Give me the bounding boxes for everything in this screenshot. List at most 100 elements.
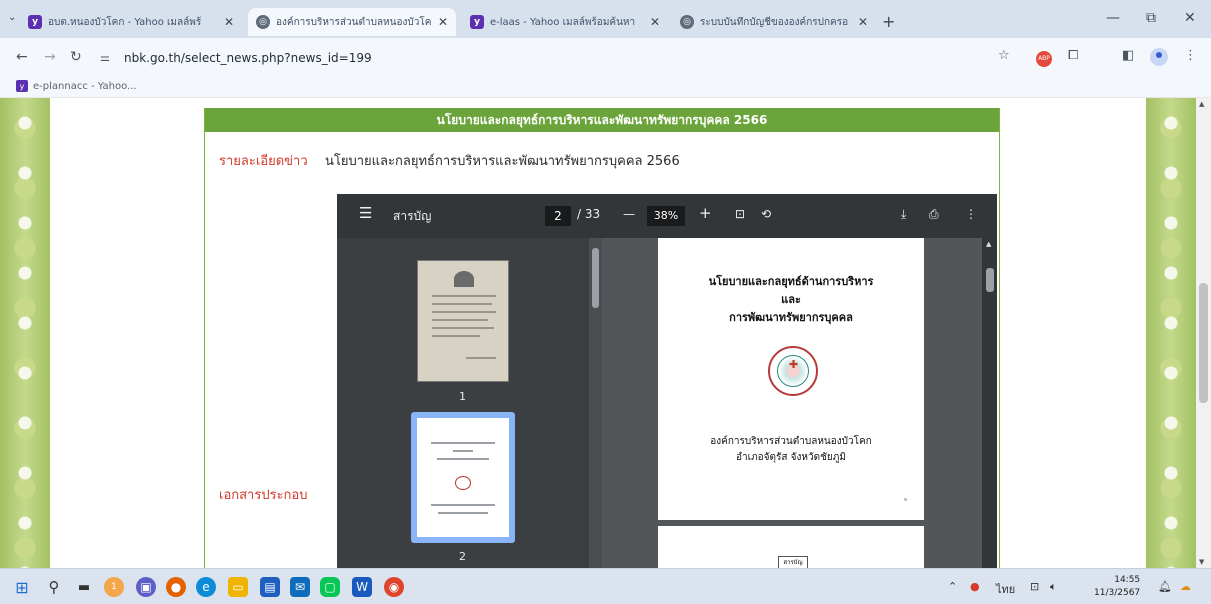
weather-icon[interactable]: ☁	[1180, 580, 1191, 593]
extension-icon[interactable]: ABP	[1036, 49, 1052, 67]
tab-e-laas[interactable]: y e-laas - Yahoo เมลล์พร้อมค้นหา ✕	[462, 8, 668, 36]
download-icon[interactable]: ⤓	[901, 207, 906, 222]
tab-title: องค์การบริหารส่วนตำบลหนองบัวโค	[276, 16, 432, 28]
profile-avatar[interactable]	[1150, 48, 1168, 70]
people-icon[interactable]: 1	[104, 577, 124, 597]
start-icon[interactable]: ⊞	[12, 577, 32, 597]
toc-box: สารบัญ	[778, 556, 808, 568]
tray-expand-icon[interactable]: ⌃	[948, 580, 957, 593]
reload-icon[interactable]: ↻	[70, 49, 82, 65]
task-view-icon[interactable]: ▬	[74, 577, 94, 597]
address-bar[interactable]: nbk.go.th/select_news.php?news_id=199	[124, 51, 372, 65]
pdf-more-icon[interactable]: ⋮	[965, 207, 977, 221]
tab-search-icon[interactable]: ⌄	[8, 12, 16, 23]
thumbnail-label: 1	[459, 390, 466, 403]
chrome-icon[interactable]: ◉	[384, 577, 404, 597]
pdf-menu-icon[interactable]: ☰	[359, 204, 372, 222]
thumbnail-label: 2	[459, 550, 466, 563]
address-toolbar: ← → ↻ ⚌ nbk.go.th/select_news.php?news_i…	[0, 38, 1211, 76]
menu-dots-icon[interactable]: ⋮	[1184, 48, 1197, 63]
seal-icon	[455, 476, 471, 490]
clock[interactable]: 14:55 11/3/2567	[1094, 574, 1140, 600]
detail-label: รายละเอียดข่าว	[219, 154, 308, 169]
windows-taskbar: ⊞ ⚲ ▬ 1 ▣ ● e ▭ ▤ ✉ ▢ W ◉ ⌃ ● ไทย ⊡ 🔈︎ 1…	[0, 568, 1211, 604]
network-icon[interactable]: ⊡	[1030, 580, 1039, 593]
scroll-down-icon[interactable]: ▼	[1199, 558, 1204, 566]
tab-strip: ⌄ y อบต.หนองบัวโคก - Yahoo เมลล์พร้ ✕ ◎ …	[0, 0, 1211, 38]
tab-title: ระบบบันทึกบัญชีขององค์กรปกครอ	[700, 16, 849, 28]
globe-icon: ◎	[680, 15, 694, 29]
thumbnail-page-1[interactable]	[417, 260, 509, 382]
side-panel-icon[interactable]: ◧	[1122, 48, 1134, 63]
scroll-up-icon[interactable]: ▲	[1199, 100, 1204, 108]
news-header: นโยบายและกลยุทธ์การบริหารและพัฒนาทรัพยาก…	[205, 108, 999, 132]
page-viewport: นโยบายและกลยุทธ์การบริหารและพัฒนาทรัพยาก…	[0, 98, 1211, 568]
bookmark-item[interactable]: y e-plannacc - Yahoo...	[16, 80, 137, 92]
search-icon[interactable]: ⚲	[44, 577, 64, 597]
tab-nbk-news[interactable]: ◎ องค์การบริหารส่วนตำบลหนองบัวโค ✕	[248, 8, 456, 36]
forward-icon[interactable]: →	[44, 49, 56, 65]
file-explorer-icon[interactable]: ▭	[228, 577, 248, 597]
page-total: / 33	[577, 207, 601, 221]
organization-seal-icon: ✚	[768, 346, 818, 396]
globe-icon: ◎	[256, 15, 270, 29]
yahoo-mail-icon: y	[470, 15, 484, 29]
volume-icon[interactable]: 🔈︎	[1050, 580, 1057, 594]
notification-badge: 1	[111, 582, 117, 592]
new-tab-icon[interactable]: +	[882, 12, 895, 31]
line-icon[interactable]: ▢	[320, 577, 340, 597]
fit-page-icon[interactable]: ⊡	[735, 207, 745, 221]
print-icon[interactable]: ⎙	[929, 207, 939, 222]
store-icon[interactable]: ▤	[260, 577, 280, 597]
page-title-line: และ	[781, 293, 801, 306]
tab-title: e-laas - Yahoo เมลล์พร้อมค้นหา	[490, 16, 636, 28]
tab-yahoo-mail[interactable]: y อบต.หนองบัวโคก - Yahoo เมลล์พร้ ✕	[20, 8, 242, 36]
input-language[interactable]: ไทย	[996, 580, 1015, 598]
zoom-input[interactable]: 38%	[647, 206, 685, 226]
tab-title: อบต.หนองบัวโคก - Yahoo เมลล์พร้	[48, 16, 202, 28]
page-org-line: อำเภอจัตุรัส จังหวัดชัยภูมิ	[736, 452, 846, 463]
close-tab-icon[interactable]: ✕	[650, 15, 660, 29]
pdf-page: นโยบายและกลยุทธ์ด้านการบริหาร และ การพัฒ…	[658, 238, 924, 520]
page-title-line: นโยบายและกลยุทธ์ด้านการบริหาร	[708, 275, 874, 288]
teams-icon[interactable]: ▣	[136, 577, 156, 597]
close-window-icon[interactable]: ✕	[1184, 10, 1196, 26]
page-number-input[interactable]: 2	[545, 206, 571, 226]
pdf-viewer: ☰ สารบัญ 2 / 33 — 38% + ⊡ ⟲ ⤓ ⎙ ⋮ 1 2 นโ…	[337, 194, 997, 568]
restore-icon[interactable]: ⧉	[1146, 10, 1156, 26]
pdf-toolbar: ☰ สารบัญ 2 / 33 — 38% + ⊡ ⟲ ⤓ ⎙ ⋮	[337, 194, 997, 238]
firefox-icon[interactable]: ●	[166, 577, 186, 597]
rotate-icon[interactable]: ⟲	[761, 207, 771, 221]
bookmark-bar: y e-plannacc - Yahoo...	[0, 76, 1211, 98]
close-tab-icon[interactable]: ✕	[438, 15, 448, 29]
mail-icon[interactable]: ✉	[290, 577, 310, 597]
page-title-line: การพัฒนาทรัพยากรบุคคล	[729, 311, 853, 324]
thumbnail-scrollbar[interactable]	[589, 238, 602, 568]
zoom-in-icon[interactable]: +	[699, 204, 712, 222]
antivirus-icon[interactable]: ●	[970, 580, 980, 593]
extensions-puzzle-icon[interactable]: ⧠	[1068, 48, 1078, 63]
page-org-line: องค์การบริหารส่วนตำบลหนองบัวโคก	[710, 436, 872, 447]
word-icon[interactable]: W	[352, 577, 372, 597]
back-icon[interactable]: ←	[16, 49, 28, 65]
detail-value: นโยบายและกลยุทธ์การบริหารและพัฒนาทรัพยาก…	[325, 154, 680, 169]
edge-icon[interactable]: e	[196, 577, 216, 597]
yahoo-mail-icon: y	[16, 80, 28, 92]
close-tab-icon[interactable]: ✕	[858, 15, 868, 29]
page-scroll-thumb[interactable]	[1199, 283, 1208, 403]
site-info-icon[interactable]: ⚌	[100, 51, 110, 64]
pdf-scrollbar[interactable]: ▲	[982, 238, 997, 568]
thumbnail-page-2[interactable]	[417, 418, 509, 537]
bookmark-star-icon[interactable]: ☆	[998, 48, 1010, 63]
clock-time: 14:55	[1114, 575, 1141, 585]
zoom-out-icon[interactable]: —	[623, 207, 635, 221]
pdf-page: สารบัญ	[658, 526, 924, 568]
minimize-icon[interactable]: —	[1106, 10, 1120, 26]
thai-pattern-right	[1146, 98, 1196, 568]
close-tab-icon[interactable]: ✕	[224, 15, 234, 29]
notification-bell-icon[interactable]: 🔔︎	[1158, 580, 1172, 593]
news-panel: นโยบายและกลยุทธ์การบริหารและพัฒนาทรัพยาก…	[204, 108, 1000, 568]
tab-accounting[interactable]: ◎ ระบบบันทึกบัญชีขององค์กรปกครอ ✕	[672, 8, 876, 36]
bookmark-label: e-plannacc - Yahoo...	[33, 80, 137, 92]
attachment-label: เอกสารประกอบ	[219, 488, 308, 503]
